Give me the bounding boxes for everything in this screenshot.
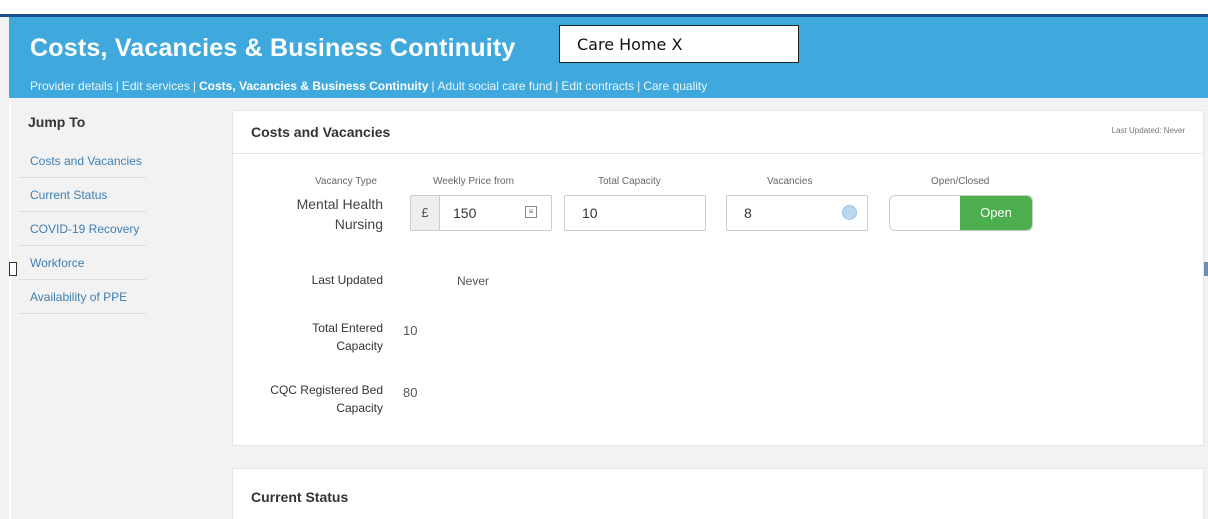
left-resize-handle[interactable] — [9, 262, 17, 276]
breadcrumb-nav: Provider details | Edit services | Costs, Va… — [30, 79, 707, 93]
open-toggle-label[interactable]: Open — [960, 196, 1032, 230]
sidebar-title: Jump To — [28, 114, 86, 130]
cqc-capacity-line1: CQC Registered Bed — [270, 383, 383, 397]
total-entered-line2: Capacity — [336, 339, 383, 353]
jump-to-sidebar: Jump To Costs and Vacancies Current Stat… — [18, 110, 178, 314]
vacancies-value[interactable]: 8 — [744, 205, 752, 221]
col-label-total-capacity: Total Capacity — [598, 176, 661, 187]
left-border — [9, 98, 11, 519]
col-label-weekly-price: Weekly Price from — [433, 176, 514, 187]
card-header: Costs and Vacancies Last Updated: Never — [233, 111, 1203, 154]
cqc-capacity-value: 80 — [403, 385, 418, 400]
last-updated-label: Last Updated — [311, 273, 383, 287]
page: Costs, Vacancies & Business Continuity C… — [0, 0, 1208, 519]
currency-prefix: £ — [411, 196, 440, 230]
nav-edit-contracts[interactable]: Edit contracts — [561, 79, 634, 93]
last-updated-top: Last Updated: Never — [1111, 126, 1185, 135]
care-home-label: Care Home X — [559, 25, 799, 63]
nav-separator: | — [115, 79, 119, 93]
spinner-icon[interactable] — [842, 205, 857, 220]
page-title: Costs, Vacancies & Business Continuity — [30, 34, 516, 62]
vacancy-type-line1: Mental Health — [296, 196, 383, 212]
sidebar-item-workforce[interactable]: Workforce — [18, 246, 146, 280]
total-capacity-value[interactable]: 10 — [582, 205, 598, 221]
nav-provider-details[interactable]: Provider details — [30, 79, 113, 93]
nav-edit-services[interactable]: Edit services — [122, 79, 190, 93]
nav-costs-vacancies[interactable]: Costs, Vacancies & Business Continuity — [199, 79, 428, 93]
current-status-card: Current Status — [232, 468, 1204, 519]
last-updated-value: Never — [457, 274, 490, 288]
calculator-icon[interactable]: ≡ — [525, 206, 537, 218]
col-label-vacancy-type: Vacancy Type — [315, 176, 377, 187]
total-entered-value: 10 — [403, 323, 418, 338]
sidebar-item-current-status[interactable]: Current Status — [18, 178, 146, 212]
sidebar-item-covid-recovery[interactable]: COVID-19 Recovery — [18, 212, 146, 246]
cqc-capacity-line2: Capacity — [336, 401, 383, 415]
page-header: Costs, Vacancies & Business Continuity C… — [9, 17, 1208, 98]
weekly-price-value[interactable]: 150 — [453, 205, 476, 221]
total-capacity-input[interactable]: 10 — [564, 195, 706, 231]
nav-adult-social-care-fund[interactable]: Adult social care fund — [438, 79, 553, 93]
total-entered-line1: Total Entered — [312, 321, 383, 335]
nav-separator: | — [637, 79, 641, 93]
costs-vacancies-card: Costs and Vacancies Last Updated: Never … — [232, 110, 1204, 446]
vacancies-input[interactable]: 8 — [726, 195, 868, 231]
vacancy-type-line2: Nursing — [334, 216, 383, 232]
nav-care-quality[interactable]: Care quality — [643, 79, 707, 93]
open-closed-toggle[interactable]: Open — [889, 195, 1033, 231]
weekly-price-input[interactable]: £ 150 ≡ — [410, 195, 552, 231]
card-title: Costs and Vacancies — [251, 124, 391, 140]
col-label-vacancies: Vacancies — [767, 176, 813, 187]
current-status-title: Current Status — [251, 489, 349, 505]
col-label-open-closed: Open/Closed — [931, 176, 990, 187]
nav-separator: | — [431, 79, 435, 93]
nav-separator: | — [192, 79, 196, 93]
sidebar-item-costs-and-vacancies[interactable]: Costs and Vacancies — [18, 144, 146, 178]
sidebar-item-ppe[interactable]: Availability of PPE — [18, 280, 146, 314]
